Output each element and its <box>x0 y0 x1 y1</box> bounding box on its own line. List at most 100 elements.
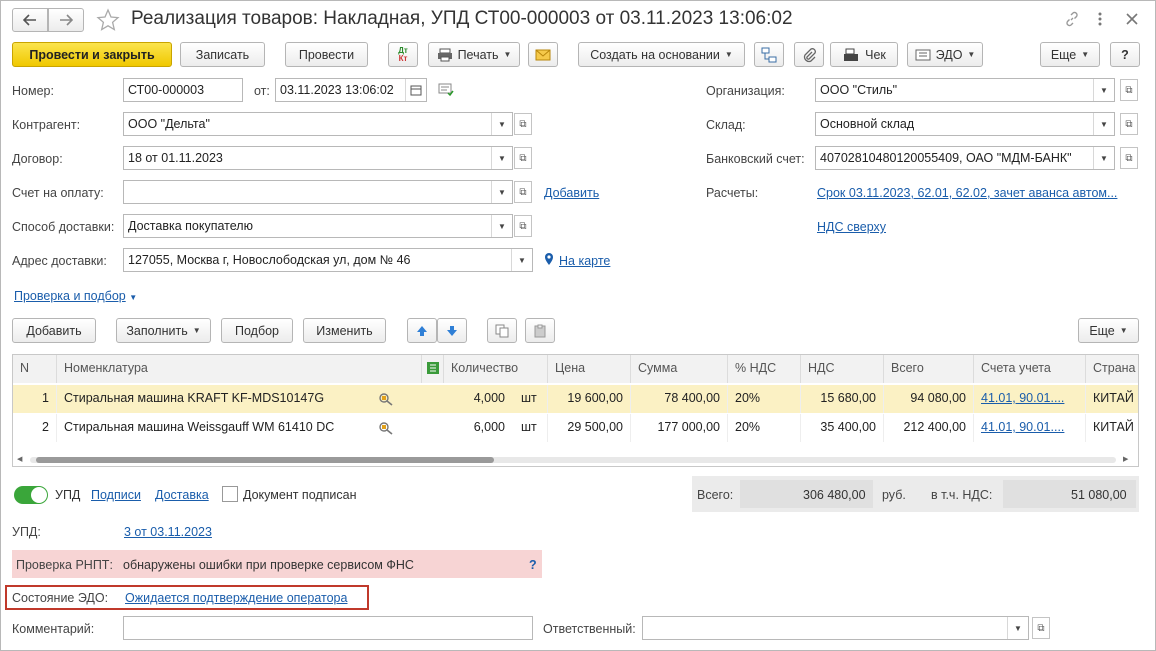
add-row-button[interactable]: Добавить <box>12 318 96 343</box>
chevron-down-icon[interactable]: ▼ <box>1093 147 1114 169</box>
bank-account-field[interactable]: 40702810480120055409, ОАО "МДМ-БАНК" ▼ <box>815 146 1115 170</box>
move-up-button[interactable] <box>407 318 437 343</box>
col-accounts[interactable]: Счета учета <box>974 355 1086 383</box>
row-name[interactable]: Стиральная машина Weissgauff WM 61410 DC <box>57 414 372 442</box>
chevron-down-icon[interactable]: ▼ <box>491 181 512 203</box>
counterparty-open-button[interactable]: ⧉ <box>514 113 532 135</box>
row-price[interactable]: 19 600,00 <box>548 385 631 413</box>
responsible-field[interactable]: ▼ <box>642 616 1029 640</box>
col-sum[interactable]: Сумма <box>631 355 728 383</box>
more-button[interactable]: Еще ▼ <box>1040 42 1100 67</box>
bank-account-open-button[interactable]: ⧉ <box>1120 147 1138 169</box>
scroll-left-arrow[interactable]: ◀ <box>17 455 22 463</box>
responsible-open-button[interactable]: ⧉ <box>1032 617 1050 639</box>
write-button[interactable]: Записать <box>180 42 265 67</box>
delivery-link[interactable]: Доставка <box>155 488 209 502</box>
attachments-button[interactable] <box>794 42 824 67</box>
row-sum[interactable]: 177 000,00 <box>631 414 728 442</box>
settlements-link[interactable]: Срок 03.11.2023, 62.01, 62.02, зачет ава… <box>817 186 1117 200</box>
back-button[interactable] <box>12 8 48 32</box>
row-price[interactable]: 29 500,00 <box>548 414 631 442</box>
delivery-method-field[interactable]: Доставка покупателю ▼ <box>123 214 513 238</box>
sync-date-icon[interactable] <box>438 83 454 100</box>
comment-field[interactable] <box>123 616 533 640</box>
forward-button[interactable] <box>48 8 84 32</box>
link-icon[interactable] <box>1064 11 1080 30</box>
item-card-icon[interactable] <box>378 392 394 409</box>
counterparty-field[interactable]: ООО "Дельта" ▼ <box>123 112 513 136</box>
delivery-method-open-button[interactable]: ⧉ <box>514 215 532 237</box>
row-vat-rate[interactable]: 20% <box>728 414 801 442</box>
change-button[interactable]: Изменить <box>303 318 386 343</box>
col-price[interactable]: Цена <box>548 355 631 383</box>
col-vat[interactable]: НДС <box>801 355 884 383</box>
row-vat[interactable]: 15 680,00 <box>801 385 884 413</box>
contract-open-button[interactable]: ⧉ <box>514 147 532 169</box>
signed-checkbox[interactable] <box>222 486 238 502</box>
row-sum[interactable]: 78 400,00 <box>631 385 728 413</box>
close-icon[interactable] <box>1125 12 1139 29</box>
copy-row-button[interactable] <box>487 318 517 343</box>
chevron-down-icon[interactable]: ▼ <box>491 215 512 237</box>
row-vat-rate[interactable]: 20% <box>728 385 801 413</box>
help-button[interactable]: ? <box>1110 42 1140 67</box>
row-quantity[interactable]: 6,000 <box>444 414 512 442</box>
row-accounts[interactable]: 41.01, 90.01.... <box>974 385 1086 413</box>
organization-open-button[interactable]: ⧉ <box>1120 79 1138 101</box>
post-and-close-button[interactable]: Провести и закрыть <box>12 42 172 67</box>
col-settings[interactable] <box>422 355 444 383</box>
chevron-down-icon[interactable]: ▼ <box>1093 79 1114 101</box>
dt-kt-button[interactable]: Дт Кт <box>388 42 418 67</box>
chevron-down-icon[interactable]: ▼ <box>491 147 512 169</box>
chevron-down-icon[interactable]: ▼ <box>1093 113 1114 135</box>
col-nomenclature[interactable]: Номенклатура <box>57 355 422 383</box>
row-quantity[interactable]: 4,000 <box>444 385 512 413</box>
window-menu-icon[interactable] <box>1097 11 1103 30</box>
invoice-open-button[interactable]: ⧉ <box>514 181 532 203</box>
row-name[interactable]: Стиральная машина KRAFT KF-MDS10147G <box>57 385 372 413</box>
scroll-right-arrow[interactable]: ▶ <box>1123 455 1128 463</box>
edo-button[interactable]: ЭДО ▼ <box>907 42 983 67</box>
warehouse-open-button[interactable]: ⧉ <box>1120 113 1138 135</box>
create-based-on-button[interactable]: Создать на основании ▼ <box>578 42 745 67</box>
row-accounts[interactable]: 41.01, 90.01.... <box>974 414 1086 442</box>
chevron-down-icon[interactable]: ▼ <box>491 113 512 135</box>
col-quantity[interactable]: Количество <box>444 355 548 383</box>
row-total[interactable]: 212 400,00 <box>884 414 974 442</box>
chevron-down-icon[interactable]: ▼ <box>1007 617 1028 639</box>
horizontal-scrollbar-thumb[interactable] <box>36 457 494 463</box>
chevron-down-icon[interactable]: ▼ <box>511 249 532 271</box>
post-button[interactable]: Провести <box>285 42 368 67</box>
col-vat-rate[interactable]: % НДС <box>728 355 801 383</box>
signatures-link[interactable]: Подписи <box>91 488 141 502</box>
invoice-field[interactable]: ▼ <box>123 180 513 204</box>
on-map-link[interactable]: На карте <box>559 254 610 268</box>
favorite-star-icon[interactable] <box>96 8 120 35</box>
print-button[interactable]: Печать ▼ <box>428 42 520 67</box>
row-country[interactable]: КИТАЙ <box>1086 385 1138 413</box>
number-field[interactable]: СТ00-000003 <box>123 78 243 102</box>
rnpt-help-icon[interactable]: ? <box>529 558 537 572</box>
delivery-address-field[interactable]: 127055, Москва г, Новослободская ул, дом… <box>123 248 533 272</box>
date-field[interactable]: 03.11.2023 13:06:02 <box>275 78 427 102</box>
check-and-select-dropdown[interactable]: Проверка и подбор ▼ <box>14 289 137 303</box>
upd-link[interactable]: 3 от 03.11.2023 <box>124 525 212 539</box>
calendar-icon[interactable] <box>405 79 426 101</box>
col-total[interactable]: Всего <box>884 355 974 383</box>
item-card-icon[interactable] <box>378 421 394 438</box>
structure-button[interactable] <box>754 42 784 67</box>
col-country[interactable]: Страна <box>1086 355 1138 383</box>
table-more-button[interactable]: Еще ▼ <box>1078 318 1139 343</box>
col-n[interactable]: N <box>13 355 57 383</box>
row-country[interactable]: КИТАЙ <box>1086 414 1138 442</box>
edo-state-link[interactable]: Ожидается подтверждение оператора <box>125 591 347 605</box>
row-vat[interactable]: 35 400,00 <box>801 414 884 442</box>
select-items-button[interactable]: Подбор <box>221 318 293 343</box>
organization-field[interactable]: ООО "Стиль" ▼ <box>815 78 1115 102</box>
receipt-button[interactable]: Чек <box>830 42 898 67</box>
contract-field[interactable]: 18 от 01.11.2023 ▼ <box>123 146 513 170</box>
move-down-button[interactable] <box>437 318 467 343</box>
vat-on-top-link[interactable]: НДС сверху <box>817 220 886 234</box>
add-invoice-link[interactable]: Добавить <box>544 186 599 200</box>
fill-button[interactable]: Заполнить ▼ <box>116 318 211 343</box>
